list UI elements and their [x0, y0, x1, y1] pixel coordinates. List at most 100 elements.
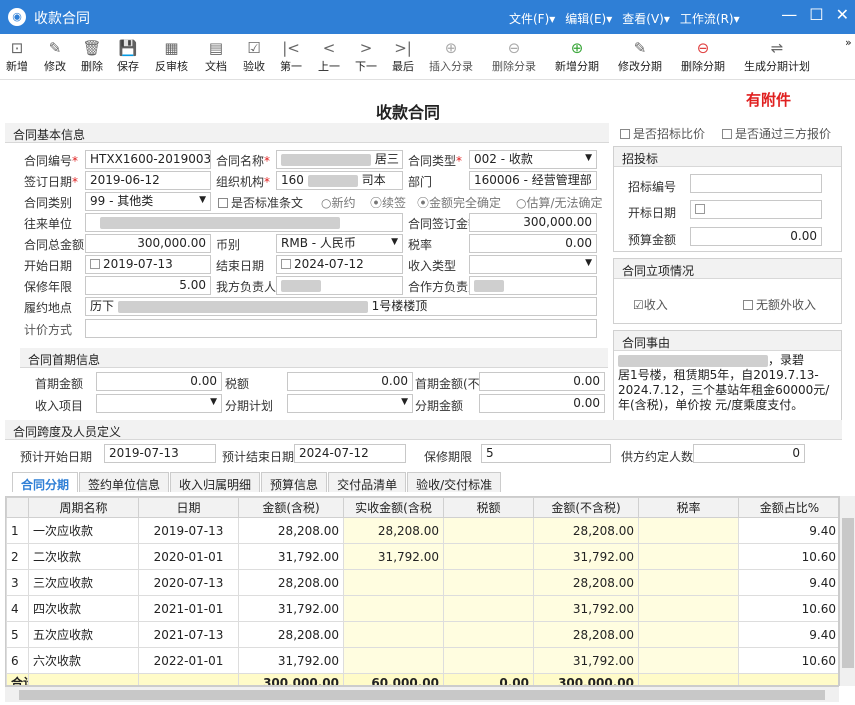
- bid-compare-checkbox[interactable]: 是否招标比价: [620, 125, 705, 142]
- table-row[interactable]: 4 四次收款 2021-01-01 31,792.00 31,792.00 10.60: [6, 595, 838, 622]
- currency-select[interactable]: RMB - 人民币 ▼: [276, 234, 403, 253]
- income-checkbox[interactable]: ☑收入: [633, 296, 668, 313]
- bid-no-field[interactable]: [690, 174, 822, 193]
- tab-deliverables[interactable]: 交付品清单: [328, 472, 407, 492]
- percent-cell[interactable]: 10.60: [738, 647, 838, 674]
- tax-cell[interactable]: [443, 621, 534, 648]
- percent-cell[interactable]: 9.40: [738, 517, 838, 544]
- rate-cell[interactable]: [638, 543, 739, 570]
- col-header[interactable]: 税率: [638, 497, 739, 518]
- pricing-field[interactable]: [85, 319, 597, 338]
- generate-plan-button[interactable]: ⇌ 生成分期计划: [744, 38, 810, 74]
- col-header[interactable]: 金额占比%: [738, 497, 838, 518]
- received-cell[interactable]: 31,792.00: [343, 543, 444, 570]
- scroll-thumb[interactable]: [19, 690, 825, 700]
- row-number[interactable]: 2: [6, 543, 29, 570]
- row-number[interactable]: 1: [6, 517, 29, 544]
- delete-entry-button[interactable]: ⊖ 删除分录: [492, 38, 536, 74]
- rate-cell[interactable]: [638, 647, 739, 674]
- document-button[interactable]: ▤ 文档: [205, 38, 227, 74]
- date-cell[interactable]: 2019-07-13: [138, 517, 239, 544]
- received-cell[interactable]: [343, 595, 444, 622]
- next-button[interactable]: > 下一: [355, 38, 377, 74]
- radio-full[interactable]: ⦿金额完全确定: [417, 194, 501, 211]
- no-extra-income-checkbox[interactable]: 无额外收入: [743, 296, 816, 313]
- tab-budget[interactable]: 预算信息: [261, 472, 328, 492]
- unaudit-button[interactable]: ▦ 反审核: [155, 38, 188, 74]
- total-amount-field[interactable]: 300,000.00: [85, 234, 211, 253]
- period-name-cell[interactable]: 六次收款: [28, 647, 139, 674]
- rate-cell[interactable]: [638, 569, 739, 596]
- tax-amount-field[interactable]: 0.00: [287, 372, 413, 391]
- close-icon[interactable]: ✕: [836, 5, 849, 24]
- received-cell[interactable]: 28,208.00: [343, 517, 444, 544]
- date-cell[interactable]: 2020-01-01: [138, 543, 239, 570]
- more-button[interactable]: »: [845, 36, 852, 49]
- table-row[interactable]: 2 二次收款 2020-01-01 31,792.00 31,792.00 31,792.…: [6, 543, 838, 570]
- edit-button[interactable]: ✎ 修改: [44, 38, 66, 74]
- delete-installment-button[interactable]: ⊖ 删除分期: [681, 38, 725, 74]
- income-item-select[interactable]: ▼: [96, 394, 222, 413]
- row-number[interactable]: 4: [6, 595, 29, 622]
- location-field[interactable]: 历下 1号楼楼顶: [85, 297, 597, 316]
- end-date-field[interactable]: 2024-07-12: [276, 255, 403, 274]
- col-header[interactable]: 实收金额(含税: [343, 497, 444, 518]
- partner-field[interactable]: [85, 213, 403, 232]
- date-cell[interactable]: 2022-01-01: [138, 647, 239, 674]
- menu-view[interactable]: 查看(V)▾: [622, 10, 670, 27]
- delete-button[interactable]: 🗑 删除: [81, 38, 103, 74]
- amount-cell[interactable]: 31,792.00: [238, 647, 344, 674]
- tax-cell[interactable]: [443, 647, 534, 674]
- table-row[interactable]: 6 六次收款 2022-01-01 31,792.00 31,792.00 10.60: [6, 647, 838, 674]
- radio-estimate[interactable]: ○估算/无法确定: [516, 194, 603, 211]
- percent-cell[interactable]: 9.40: [738, 621, 838, 648]
- period-name-cell[interactable]: 五次应收款: [28, 621, 139, 648]
- warranty-field[interactable]: 5.00: [85, 276, 211, 295]
- amount-notax-cell[interactable]: 28,208.00: [533, 621, 639, 648]
- bid-date-field[interactable]: [690, 200, 822, 219]
- save-button[interactable]: 💾 保存: [117, 38, 139, 74]
- received-cell[interactable]: [343, 621, 444, 648]
- insert-entry-button[interactable]: ⊕ 插入分录: [429, 38, 473, 74]
- tab-income-attribution[interactable]: 收入归属明细: [170, 472, 261, 492]
- amount-notax-cell[interactable]: 31,792.00: [533, 543, 639, 570]
- new-button[interactable]: ⊡ 新增: [6, 38, 28, 74]
- grid-horizontal-scrollbar[interactable]: [5, 686, 839, 702]
- col-header[interactable]: 周期名称: [28, 497, 139, 518]
- prev-button[interactable]: < 上一: [318, 38, 340, 74]
- supplier-count-field[interactable]: 0: [693, 444, 805, 463]
- sign-amount-field[interactable]: 300,000.00: [469, 213, 597, 232]
- scroll-thumb[interactable]: [842, 518, 854, 668]
- amount-cell[interactable]: 28,208.00: [238, 517, 344, 544]
- table-row[interactable]: 1 一次应收款 2019-07-13 28,208.00 28,208.00 28,208…: [6, 517, 838, 544]
- percent-cell[interactable]: 10.60: [738, 595, 838, 622]
- third-party-checkbox[interactable]: 是否通过三方报价: [722, 125, 831, 142]
- first-amount-notax-field[interactable]: 0.00: [479, 372, 605, 391]
- reason-text[interactable]: ，录碧 居1号楼，租赁期5年，自2019.7.13- 2024.7.12，三个基…: [618, 353, 840, 413]
- tax-cell[interactable]: [443, 595, 534, 622]
- attachment-flag[interactable]: 有附件: [746, 89, 791, 110]
- dept-field[interactable]: 160006 - 经营管理部: [469, 171, 597, 190]
- radio-new[interactable]: ○新约: [321, 194, 356, 211]
- plan-end-field[interactable]: 2024-07-12: [294, 444, 406, 463]
- date-cell[interactable]: 2020-07-13: [138, 569, 239, 596]
- amount-cell[interactable]: 28,208.00: [238, 621, 344, 648]
- span-warranty-field[interactable]: 5: [481, 444, 611, 463]
- amount-cell[interactable]: 28,208.00: [238, 569, 344, 596]
- budget-field[interactable]: 0.00: [690, 227, 822, 246]
- tax-cell[interactable]: [443, 543, 534, 570]
- rate-cell[interactable]: [638, 595, 739, 622]
- period-amount-field[interactable]: 0.00: [479, 394, 605, 413]
- menu-file[interactable]: 文件(F)▾: [509, 10, 555, 27]
- contract-no-field[interactable]: HTXX1600-2019003: [85, 150, 211, 169]
- tax-rate-field[interactable]: 0.00: [469, 234, 597, 253]
- table-row[interactable]: 5 五次应收款 2021-07-13 28,208.00 28,208.00 9.40: [6, 621, 838, 648]
- radio-renew[interactable]: ⦿续签: [370, 194, 406, 211]
- installment-plan-select[interactable]: ▼: [287, 394, 413, 413]
- amount-notax-cell[interactable]: 31,792.00: [533, 595, 639, 622]
- period-name-cell[interactable]: 二次收款: [28, 543, 139, 570]
- table-row[interactable]: 3 三次应收款 2020-07-13 28,208.00 28,208.00 9.40: [6, 569, 838, 596]
- org-field[interactable]: 160 司本: [276, 171, 403, 190]
- add-installment-button[interactable]: ⊕ 新增分期: [555, 38, 599, 74]
- tax-cell[interactable]: [443, 569, 534, 596]
